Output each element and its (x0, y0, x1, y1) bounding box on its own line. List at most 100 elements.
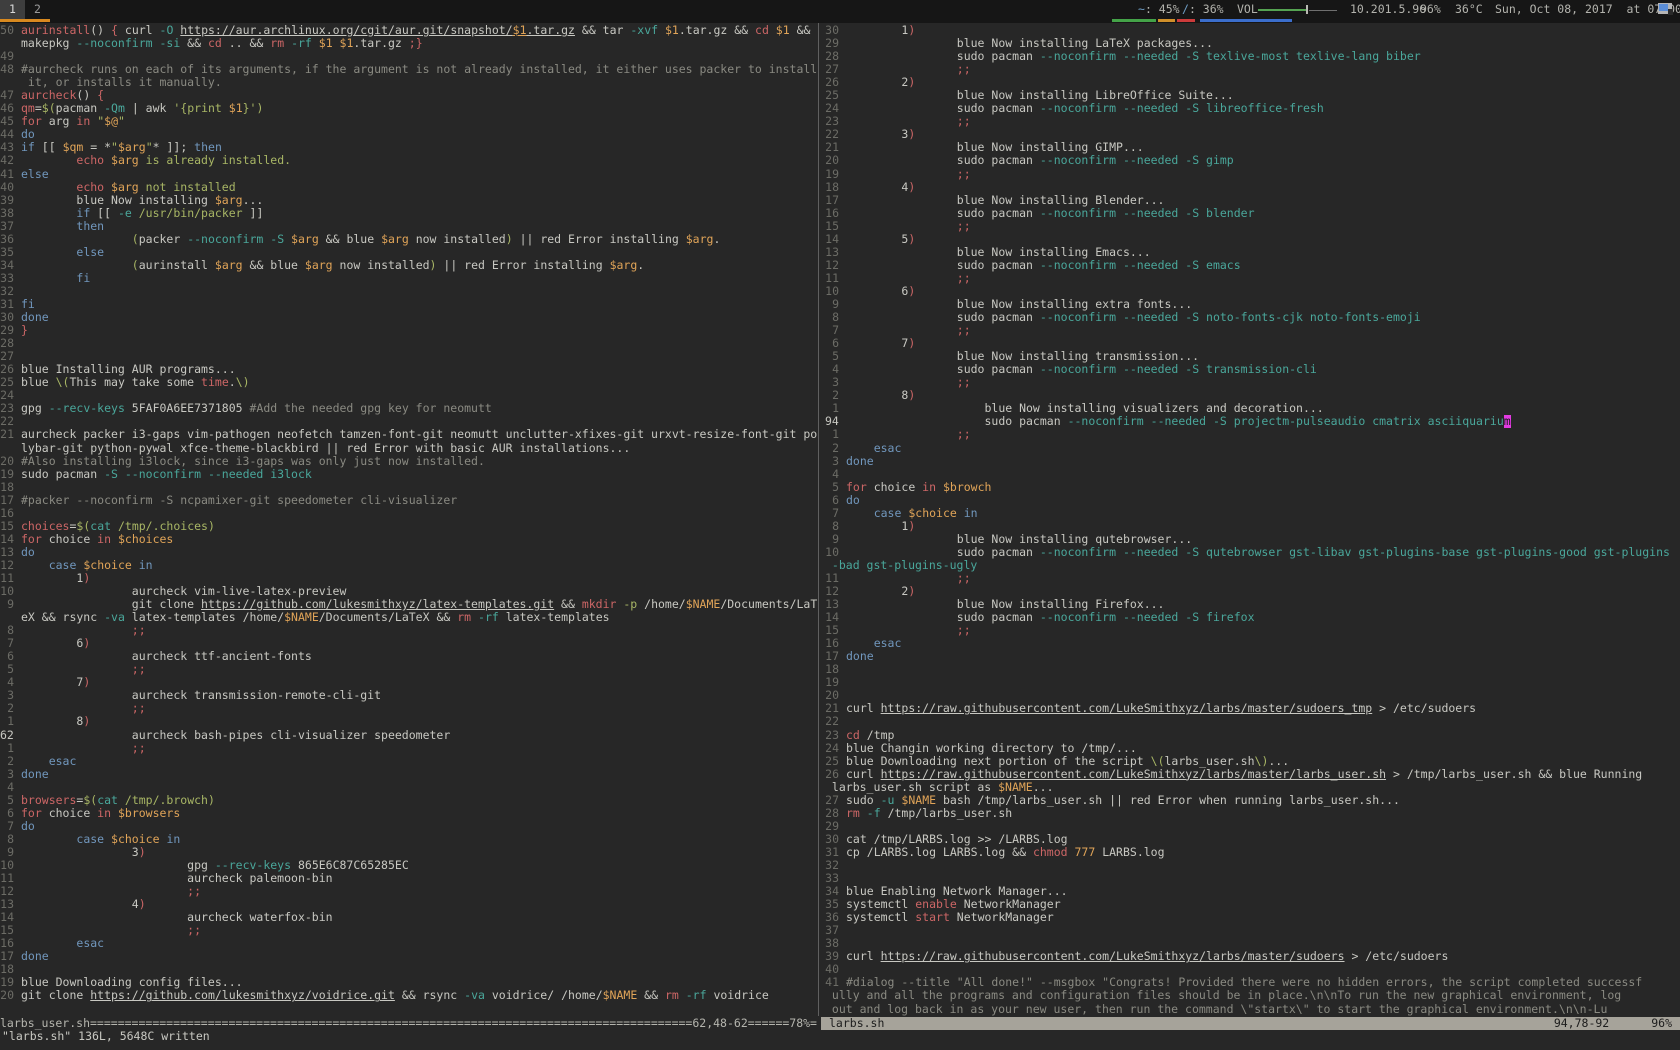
disk-root-module: /: 36% (1182, 0, 1224, 19)
line-number: 28 (825, 807, 839, 820)
line-number: 44 (0, 128, 14, 141)
line-number: 2 (0, 702, 14, 715)
line-number: 30 (825, 24, 839, 37)
vim-window-larbs-user-sh[interactable]: 50aurinstall() { curl -O https://aur.arc… (0, 23, 818, 1018)
line-number: 13 (825, 246, 839, 259)
code-line: 8 1) (821, 520, 1680, 533)
code-line: 35 else (0, 246, 818, 259)
code-line: out and log back in as your new user, th… (821, 1003, 1680, 1016)
workspace-2[interactable]: 2 (25, 0, 50, 19)
code-line: 2 8) (821, 389, 1680, 402)
line-number (0, 76, 14, 89)
code-line: 31fi (0, 298, 818, 311)
code-line: 8 sudo pacman --noconfirm --needed -S no… (821, 311, 1680, 324)
line-number: 12 (825, 585, 839, 598)
line-number: 10 (825, 285, 839, 298)
line-number: 24 (825, 742, 839, 755)
code-line: 22 (821, 715, 1680, 728)
line-number: 14 (825, 233, 839, 246)
line-number: 9 (0, 598, 14, 611)
code-line: 12 2) (821, 585, 1680, 598)
line-number: 94 (825, 415, 839, 428)
line-number: 11 (825, 272, 839, 285)
code-line: 25blue Downloading next portion of the s… (821, 755, 1680, 768)
line-number: 25 (0, 376, 14, 389)
root-glyph: / (1182, 2, 1189, 16)
code-line: 34blue Enabling Network Manager... (821, 885, 1680, 898)
statusline-ruler: 94,78-92 (1554, 1017, 1609, 1030)
code-line: 3 ;; (821, 376, 1680, 389)
code-line: 18 (821, 663, 1680, 676)
vim-command-line: "larbs.sh" 136L, 5648C written (2, 1030, 210, 1043)
volume-slider-track[interactable] (1309, 10, 1337, 11)
line-number: 2 (825, 389, 839, 402)
line-number: 35 (825, 898, 839, 911)
code-line: 21aurcheck packer i3-gaps vim-pathogen n… (0, 428, 818, 441)
line-number: 3 (825, 376, 839, 389)
code-line: 20 (821, 689, 1680, 702)
workspace-1[interactable]: 1 (0, 0, 25, 19)
code-line: 37 (821, 924, 1680, 937)
code-line: 10 gpg --recv-keys 865E6C87C65285EC (0, 859, 818, 872)
code-line: 27 ;; (821, 63, 1680, 76)
code-line: 40 (821, 963, 1680, 976)
temperature: 36°C (1455, 0, 1483, 19)
code-line: 18 (0, 963, 818, 976)
code-line: 45for arg in "$@" (0, 115, 818, 128)
line-number: 16 (0, 937, 14, 950)
code-line: 11 aurcheck palemoon-bin (0, 872, 818, 885)
line-number: 19 (0, 468, 14, 481)
line-number: 37 (825, 924, 839, 937)
code-line: 44do (0, 128, 818, 141)
code-line: 41#dialog --title "All done!" --msgbox "… (821, 976, 1680, 989)
line-number: 26 (0, 363, 14, 376)
statusline-active-larbs-sh: larbs.sh 94,78-92 96% (821, 1017, 1680, 1030)
line-number: 17 (0, 950, 14, 963)
code-line: 42 echo $arg is already installed. (0, 154, 818, 167)
line-number: 31 (0, 298, 14, 311)
code-line: 11 ;; (821, 272, 1680, 285)
code-line: larbs_user.sh script as $NAME... (821, 781, 1680, 794)
line-number: 5 (0, 794, 14, 807)
code-line: 14 sudo pacman --noconfirm --needed -S f… (821, 611, 1680, 624)
line-number: 6 (825, 337, 839, 350)
line-number: 4 (825, 468, 839, 481)
code-line: 5 ;; (0, 663, 818, 676)
code-line: it, or installs it manually. (0, 76, 818, 89)
line-number: 27 (0, 350, 14, 363)
code-line: 9 git clone https://github.com/lukesmith… (0, 598, 818, 611)
volume-label: VOL (1237, 0, 1258, 19)
line-number: 23 (825, 729, 839, 742)
line-number: 38 (0, 207, 14, 220)
line-number: 62 (0, 729, 14, 742)
code-line: 62 aurcheck bash-pipes cli-visualizer sp… (0, 729, 818, 742)
code-line: 8 ;; (0, 624, 818, 637)
code-line: 41else (0, 168, 818, 181)
line-number: 21 (825, 702, 839, 715)
vim-window-larbs-sh[interactable]: 30 1)29 blue Now installing LaTeX packag… (821, 23, 1680, 1018)
line-number: 3 (0, 768, 14, 781)
tray-display-icon[interactable] (1657, 3, 1674, 16)
volume-slider-fill[interactable] (1258, 9, 1306, 11)
code-line: eX && rsync -va latex-templates /home/$N… (0, 611, 818, 624)
line-number: 19 (825, 676, 839, 689)
window-separator[interactable] (818, 23, 819, 1016)
line-number: 35 (0, 246, 14, 259)
volume-slider-handle[interactable] (1306, 5, 1308, 14)
code-line: 32 (0, 285, 818, 298)
code-line: 32 (821, 859, 1680, 872)
line-number: 10 (0, 585, 14, 598)
line-number: 29 (0, 324, 14, 337)
code-line: 25blue \(This may take some time.\) (0, 376, 818, 389)
code-line: 30done (0, 311, 818, 324)
battery-percent: 96% (1420, 0, 1441, 19)
line-number: 33 (825, 872, 839, 885)
code-line: 3done (821, 455, 1680, 468)
code-line: 24 sudo pacman --noconfirm --needed -S l… (821, 102, 1680, 115)
code-line: 6 7) (821, 337, 1680, 350)
code-line: 36systemctl start NetworkManager (821, 911, 1680, 924)
code-line: 9 blue Now installing qutebrowser... (821, 533, 1680, 546)
code-line: 22 (0, 415, 818, 428)
code-line: 1 8) (0, 715, 818, 728)
line-number: 46 (0, 102, 14, 115)
